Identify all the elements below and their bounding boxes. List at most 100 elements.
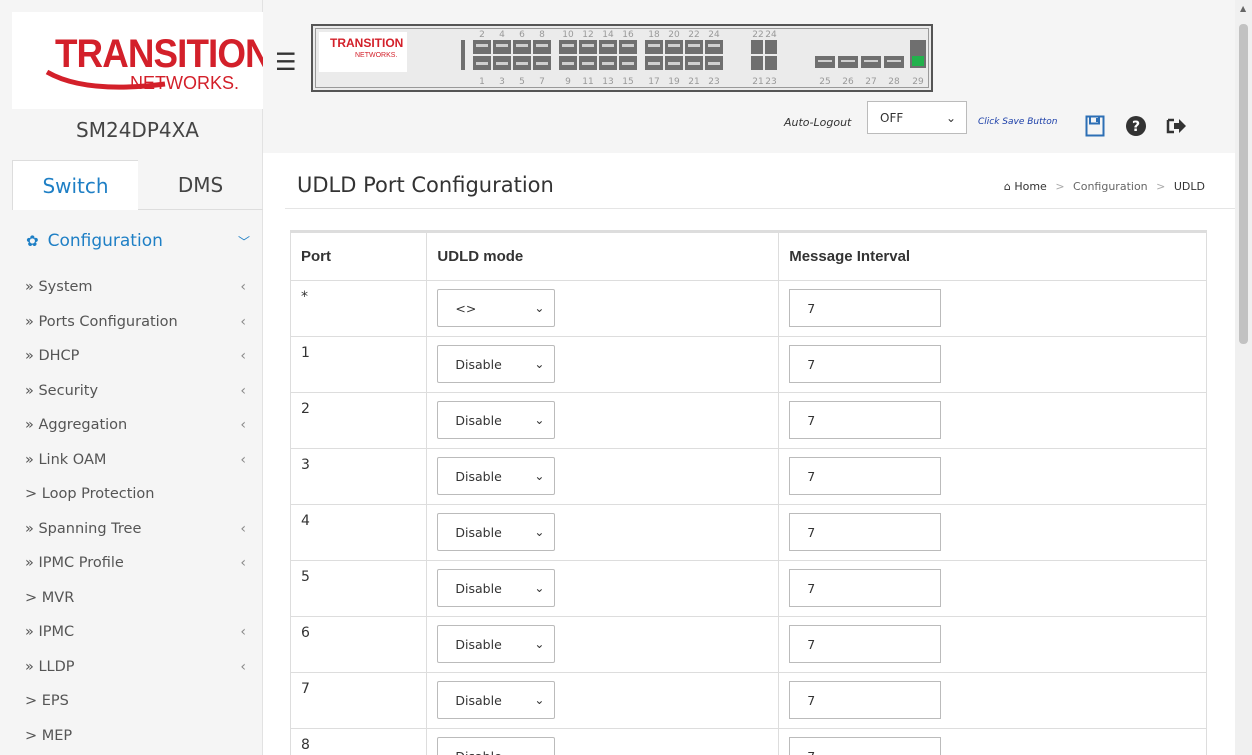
chevron-left-icon: ‹ [240, 313, 246, 330]
port-number-label: 27 [865, 77, 876, 87]
message-interval-value: 7 [807, 580, 816, 596]
message-interval-value: 7 [807, 636, 816, 652]
udld-mode-select[interactable]: Disable ⌄ [437, 737, 556, 755]
menu-configuration[interactable]: ✿ Configuration ﹀ [12, 226, 252, 256]
port-number-label: 23 [765, 77, 776, 87]
udld-mode-cell: Disable ⌄ [426, 336, 780, 393]
home-icon: ⌂ [1003, 180, 1011, 193]
sidebar-item-spanning-tree[interactable]: » Spanning Tree ‹ [12, 512, 252, 547]
udld-mode-select[interactable]: Disable ⌄ [437, 569, 556, 607]
udld-mode-select[interactable]: Disable ⌄ [437, 345, 556, 383]
udld-mode-select[interactable]: Disable ⌄ [437, 681, 556, 719]
message-interval-input[interactable]: 7 [789, 569, 942, 607]
port-cell: 1 [291, 336, 428, 393]
message-interval-value: 7 [807, 749, 815, 755]
port-number-label: 9 [565, 77, 571, 87]
port-led [516, 62, 528, 65]
message-interval-input[interactable]: 7 [789, 401, 942, 439]
auto-logout-select[interactable]: OFF ⌄ [867, 101, 967, 134]
sidebar-item-loop-protection[interactable]: > Loop Protection [12, 477, 252, 512]
sidebar-item-mep[interactable]: > MEP [12, 719, 252, 754]
tab-switch[interactable]: Switch [12, 160, 138, 210]
sidebar-item-eps[interactable]: > EPS [12, 684, 252, 719]
sidebar: TRANSITION NETWORKS. SM24DP4XA Switch DM… [0, 0, 272, 755]
main-content: UDLD Port Configuration ⌂ Home > Configu… [263, 153, 1235, 755]
table-row: 2 Disable ⌄ 7 [291, 392, 1206, 449]
tab-dms[interactable]: DMS [138, 160, 263, 210]
sidebar-item-ports-configuration[interactable]: » Ports Configuration ‹ [12, 305, 252, 340]
message-interval-input[interactable]: 7 [789, 681, 942, 719]
sidebar-item-link-oam[interactable]: » Link OAM ‹ [12, 443, 252, 478]
sidebar-item-system[interactable]: » System ‹ [12, 270, 252, 305]
udld-mode-select[interactable]: Disable ⌄ [437, 625, 556, 663]
port-box [765, 40, 777, 54]
port-box [765, 56, 777, 70]
title-divider [285, 208, 1235, 209]
port-led [476, 44, 488, 47]
message-interval-input[interactable]: 7 [789, 289, 942, 327]
save-icon[interactable] [1085, 115, 1105, 142]
scroll-up-arrow-icon[interactable]: ▲ [1240, 4, 1246, 13]
breadcrumb-home[interactable]: Home [1014, 180, 1046, 193]
port-cell: 2 [291, 392, 428, 449]
chevron-down-icon: ﹀ [237, 234, 250, 249]
breadcrumb-configuration[interactable]: Configuration [1073, 180, 1148, 193]
port-box [751, 56, 763, 70]
sidebar-item-label: » Ports Configuration [25, 313, 178, 330]
port-number-label: 23 [708, 77, 719, 87]
udld-mode-select[interactable]: Disable ⌄ [437, 457, 556, 495]
sidebar-item-dhcp[interactable]: » DHCP ‹ [12, 339, 252, 374]
brand-logo[interactable]: TRANSITION NETWORKS. [12, 12, 272, 109]
port-led [622, 62, 634, 65]
port-marker [461, 40, 465, 70]
sidebar-item-ipmc[interactable]: » IPMC ‹ [12, 615, 252, 650]
port-cell: * [291, 280, 428, 337]
port-led [864, 60, 878, 62]
chevron-left-icon: ‹ [240, 279, 246, 296]
chevron-left-icon: ‹ [240, 520, 246, 537]
udld-mode-select[interactable]: Disable ⌄ [437, 401, 556, 439]
message-interval-input[interactable]: 7 [789, 345, 942, 383]
port-number-label: 8 [539, 30, 545, 40]
sidebar-item-ipmc-profile[interactable]: » IPMC Profile ‹ [12, 546, 252, 581]
page-scrollbar[interactable]: ▲ [1235, 0, 1252, 755]
scroll-thumb[interactable] [1239, 24, 1248, 344]
message-interval-cell: 7 [778, 336, 1206, 393]
header-port: Port [291, 233, 428, 281]
hamburger-menu-icon[interactable]: ☰ [275, 48, 297, 76]
sidebar-item-label: » Security [25, 382, 99, 399]
sidebar-item-label: » System [25, 279, 93, 296]
udld-table: Port UDLD mode Message Interval * <> ⌄ 7 1 Di… [290, 230, 1207, 755]
sidebar-item-mvr[interactable]: > MVR [12, 581, 252, 616]
port-number-label: 16 [622, 30, 634, 40]
auto-logout-value: OFF [880, 110, 904, 125]
sidebar-item-security[interactable]: » Security ‹ [12, 374, 252, 409]
chevron-down-icon: ⌄ [534, 637, 545, 651]
breadcrumb-current: UDLD [1173, 180, 1205, 193]
port-led [668, 44, 680, 47]
chevron-left-icon: ‹ [240, 555, 246, 572]
udld-mode-value: Disable [455, 692, 502, 708]
message-interval-input[interactable]: 7 [789, 457, 942, 495]
sidebar-item-lldp[interactable]: » LLDP ‹ [12, 650, 252, 685]
top-bar: ☰ TRANSITION NETWORKS. 2 4 6 8 10 12 14 16 18 20 2… [263, 0, 1235, 153]
port-number-label: 20 [668, 30, 680, 40]
sidebar-item-label: » Aggregation [25, 417, 128, 434]
port-led [476, 62, 488, 65]
port-number-label: 21 [752, 77, 763, 87]
message-interval-input[interactable]: 7 [789, 625, 942, 663]
message-interval-input[interactable]: 7 [789, 737, 942, 755]
logout-icon[interactable] [1165, 115, 1187, 142]
port-led [622, 44, 634, 47]
udld-mode-value: Disable [455, 524, 502, 540]
sidebar-item-aggregation[interactable]: » Aggregation ‹ [12, 408, 252, 443]
message-interval-cell: 7 [778, 616, 1206, 673]
port-led [668, 62, 680, 65]
udld-mode-select[interactable]: <> ⌄ [437, 289, 556, 327]
udld-mode-select[interactable]: Disable ⌄ [437, 513, 556, 551]
port-number-label: 15 [622, 77, 633, 87]
help-icon[interactable]: ? [1125, 115, 1147, 142]
message-interval-value: 7 [807, 412, 816, 428]
message-interval-input[interactable]: 7 [789, 513, 942, 551]
udld-mode-cell: Disable ⌄ [426, 560, 780, 617]
